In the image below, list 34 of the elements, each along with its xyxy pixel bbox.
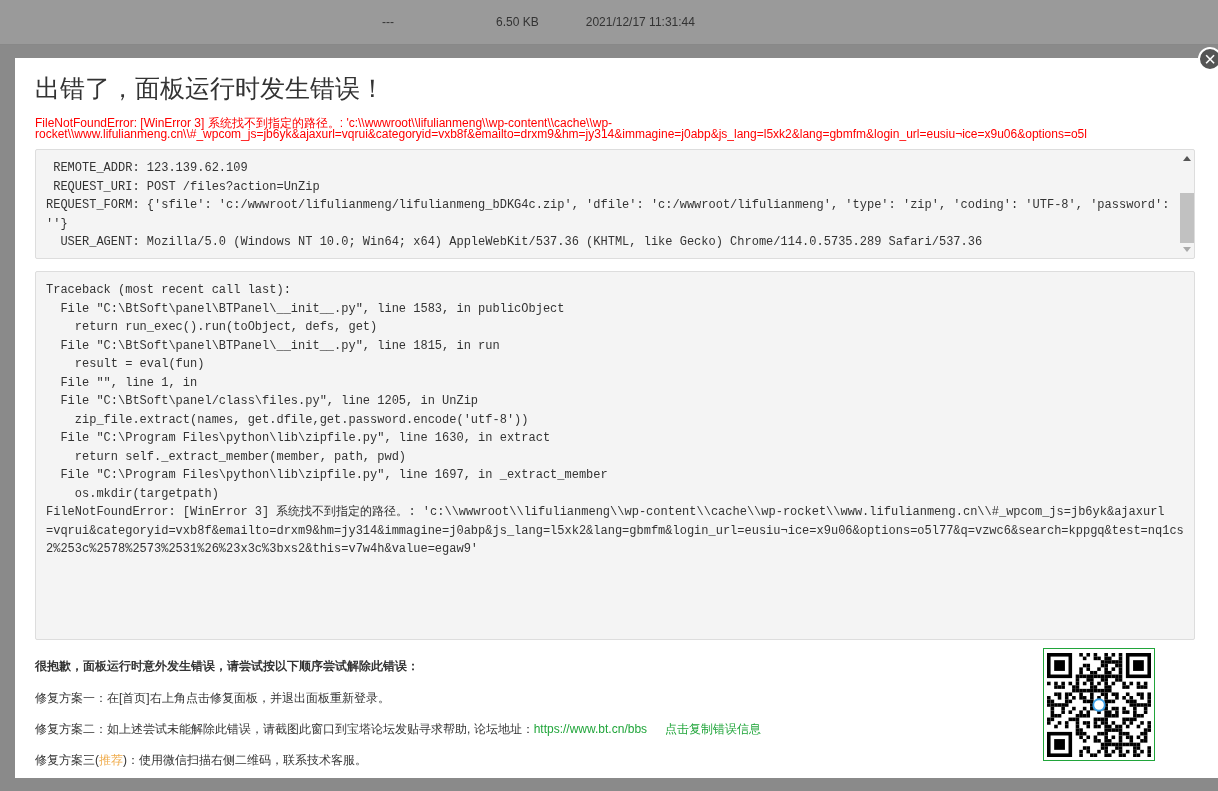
code-line: File "C:\BtSoft\panel\BTPanel\__init__.py", line 1815, in run — [59, 337, 501, 355]
code-line: Traceback (most recent call last): — [46, 282, 292, 299]
code-line: File "C:\Program Files\python\lib\zipfile.py", line 1630, in extract — [59, 430, 552, 447]
table-cell: 2021/12/17 11:31:44 — [585, 15, 695, 29]
code-line: os.mkdir(targetpath) — [73, 485, 220, 503]
code-line: File "", line 1, in — [59, 374, 199, 392]
solution-text: 修复方案二：如上述尝试未能解除此错误，请截图此窗口到宝塔论坛发贴寻求帮助, 论坛地址： — [35, 722, 534, 736]
code-line: ''} — [46, 215, 69, 233]
code-line: REMOTE_ADDR: 123.139.62.109 — [52, 160, 249, 177]
dialog-title: 出错了，面板运行时发生错误！ — [35, 73, 386, 104]
code-line: result = eval(fun) — [73, 356, 206, 373]
solution-text: 修复方案三(推荐)：使用微信扫描右侧二维码，联系技术客服。 — [35, 754, 368, 766]
scroll-down-icon[interactable] — [1182, 247, 1191, 252]
table-cell: --- — [382, 15, 394, 29]
help-heading: 很抱歉，面板运行时意外发生错误，请尝试按以下顺序尝试解除此错误： — [35, 660, 420, 672]
forum-link[interactable]: https://www.bt.cn/bbs — [533, 722, 648, 736]
table-cell: 6.50 KB — [496, 15, 539, 29]
code-line: return run_exec().run(toObject, defs, get) — [73, 319, 379, 336]
code-line: USER_AGENT: Mozilla/5.0 (Windows NT 10.0; Win64; x64) AppleWebKit/537.36 (KHTML, like Gecko) Chrome/114.0.5735.289 Safari/537.36 — [59, 234, 984, 251]
code-line: File "C:\BtSoft\panel/class\files.py", line 1205, in UnZip — [59, 393, 480, 410]
code-line: 2%253c%2578%2573%2531%26%23x3c%3bxs2&this=v7w4h&value=egaw9' — [46, 541, 480, 558]
code-line: REQUEST_FORM: {'sfile': 'c:/wwwroot/lifulianmeng/lifulianmeng_bDKG4c.zip', 'dfile': 'c:/wwwroot/lifulianmeng', 'type': 'zip', 'coding': 'UTF-8', 'password': — [46, 197, 1170, 214]
code-line: zip_file.extract(names, get.dfile,get.password.encode('utf-8')) — [73, 411, 530, 429]
code-line: File "C:\Program Files\python\lib\zipfile.py", line 1697, in _extract_member — [59, 467, 609, 484]
code-line: =vqrui&categoryid=vxb8f&emailto=drxm9&hm=jy314&immagine=j0abp&js_lang=l5xk2&lang=gbmfm&login_url=eusiu¬ice=x9u06&options=o5l77&q=vzwc6&search=kppgq&test=nq1cs — [46, 522, 1184, 540]
error-summary: FileNotFoundError: [WinError 3] 系统找不到指定的路径。: 'c:\\wwwroot\\lifulianmeng\\wp-content\\cache\\wp- rocket\\www.lifulianmeng.cn\\#_wpcom_js=jb6yk&ajaxurl=vqrui&categoryid=vxb8f&emailto=drxm9&hm=jy314&immagine=j0abp&js_lang=l5xk2&lang=gbmfm&login_url=eusiu¬ice=x9u06&options=o5l — [35, 118, 1088, 140]
code-line: File "C:\BtSoft\panel\BTPanel\__init__.py", line 1583, in publicObject — [59, 300, 566, 318]
code-line: FileNotFoundError: [WinError 3] 系统找不到指定的路径。: 'c:\\wwwroot\\lifulianmeng\\wp-content\\cache\\wp-rocket\\www.lifulianmeng.cn\\#_wpcom_js=jb6yk&ajaxurl — [46, 504, 1166, 521]
close-icon[interactable]: × — [1198, 47, 1218, 71]
scroll-up-icon[interactable] — [1182, 156, 1191, 161]
copy-error-link[interactable]: 点击复制错误信息 — [665, 722, 762, 736]
code-line: REQUEST_URI: POST /files?action=UnZip — [52, 178, 321, 196]
code-line: return self._extract_member(member, path, pwd) — [73, 448, 408, 466]
solution-text: 修复方案一：在[首页]右上角点击修复面板，并退出面板重新登录。 — [35, 692, 391, 704]
